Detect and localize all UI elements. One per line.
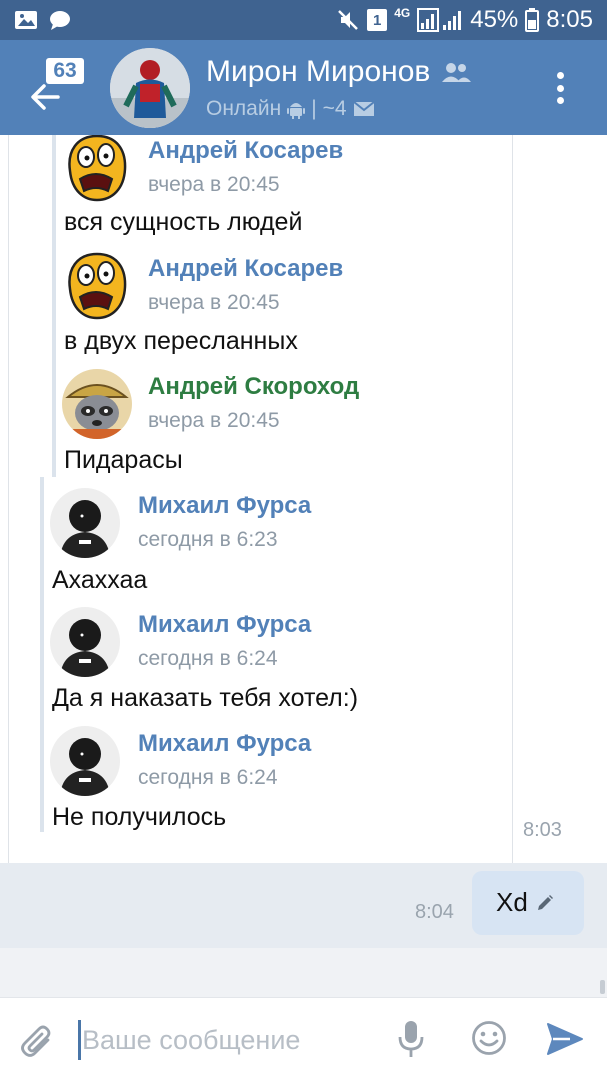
author-name[interactable]: Андрей Скороход (148, 373, 359, 401)
message-composer (0, 997, 607, 1080)
message-time: сегодня в 6:24 (138, 766, 278, 789)
author-name[interactable]: Михаил Фурса (138, 611, 311, 639)
forward-header: Михаил Фурса сегодня в 6:24 (50, 607, 470, 679)
avatar[interactable] (50, 488, 120, 558)
text-cursor (78, 1020, 81, 1060)
chat-title[interactable]: Мирон Миронов (206, 55, 472, 89)
message-text: Ахаххаа (52, 566, 148, 594)
chat-avatar[interactable] (110, 48, 190, 128)
chat-header: 63 Мирон Миронов Онлайн | ~4 (0, 40, 607, 135)
sim-badge: 1 (367, 9, 388, 31)
forward-header: Михаил Фурса сегодня в 6:24 (50, 726, 470, 798)
avatar[interactable] (62, 369, 132, 439)
message-time: сегодня в 6:23 (138, 528, 278, 551)
author-name[interactable]: Андрей Косарев (148, 137, 343, 165)
chat-subtitle: Онлайн | ~4 (206, 97, 375, 121)
message-time: вчера в 20:45 (148, 173, 280, 196)
message-input[interactable] (82, 1020, 382, 1060)
empty-space (0, 948, 607, 997)
network-type: 4G (394, 6, 411, 20)
message-text: в двух пересланных (64, 327, 298, 355)
microphone-icon[interactable] (398, 1020, 424, 1058)
message-time: сегодня в 6:24 (138, 647, 278, 670)
message-text: Не получилось (52, 803, 227, 831)
message-text: Пидарасы (64, 446, 183, 474)
online-status: Онлайн (206, 97, 282, 120)
group-chat-icon (442, 63, 472, 82)
emoji-icon[interactable] (471, 1020, 507, 1056)
outgoing-message-row: 8:04 Xd (0, 863, 607, 948)
back-button[interactable]: 63 (28, 58, 90, 118)
avatar[interactable] (62, 251, 132, 321)
forward-header: Михаил Фурса сегодня в 6:23 (50, 488, 470, 560)
envelope-icon (353, 101, 375, 116)
message-list[interactable]: Андрей Косарев вчера в 20:45 вся сущност… (0, 135, 607, 997)
message-text: Да я наказать тебя хотел:) (52, 684, 359, 712)
forward-header: Андрей Косарев вчера в 20:45 (62, 251, 482, 323)
signal-icon (417, 8, 462, 32)
avatar[interactable] (62, 135, 132, 203)
battery-percent: 45% (470, 6, 519, 33)
mute-icon (338, 10, 359, 30)
forward-header: Андрей Косарев вчера в 20:45 (62, 135, 482, 205)
battery-icon (525, 8, 540, 32)
message-text: вся сущность людей (64, 208, 303, 236)
scrollbar[interactable] (600, 980, 605, 994)
edited-pencil-icon (537, 894, 553, 910)
author-name[interactable]: Андрей Косарев (148, 255, 343, 283)
avatar[interactable] (50, 726, 120, 796)
send-icon[interactable] (546, 1022, 584, 1056)
outgoing-message-time: 8:04 (415, 901, 454, 923)
forward-line (40, 477, 44, 832)
mentions-count: ~4 (322, 97, 347, 120)
android-icon (287, 103, 306, 119)
attach-paperclip-icon[interactable] (20, 1022, 54, 1060)
message-time: вчера в 20:45 (148, 409, 280, 432)
nested-forward-line (52, 135, 56, 477)
incoming-message-time: 8:03 (523, 819, 562, 841)
message-time: вчера в 20:45 (148, 291, 280, 314)
chat-notification-icon (50, 11, 70, 30)
chat-name: Мирон Миронов (206, 55, 431, 88)
outgoing-message-bubble[interactable]: Xd (472, 871, 584, 935)
gallery-notification-icon (15, 11, 37, 29)
outgoing-message-text: Xd (496, 887, 528, 917)
status-bar: 1 4G 45% 8:05 (0, 0, 607, 40)
back-arrow-icon (31, 84, 60, 110)
forward-header: Андрей Скороход вчера в 20:45 (62, 369, 482, 441)
more-menu-button[interactable] (548, 68, 572, 108)
avatar[interactable] (50, 607, 120, 677)
clock: 8:05 (546, 6, 593, 33)
author-name[interactable]: Михаил Фурса (138, 492, 311, 520)
subtitle-separator: | (311, 97, 317, 120)
author-name[interactable]: Михаил Фурса (138, 730, 311, 758)
